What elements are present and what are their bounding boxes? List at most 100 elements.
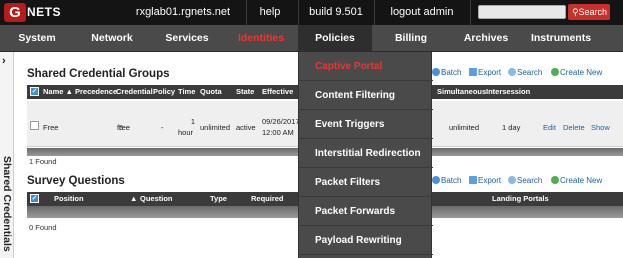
menu-item-packet-forwards[interactable]: Packet Forwards: [299, 197, 433, 226]
export-button[interactable]: Export: [469, 68, 501, 77]
search-button-label: Search: [578, 7, 607, 17]
magnifier-icon: [508, 176, 516, 184]
section-title-survey-questions: Survey Questions: [27, 175, 125, 187]
found-count: 1 Found: [29, 157, 57, 166]
survey-actions: Batch Export Search Create New: [432, 176, 622, 186]
cell-name: Free: [43, 123, 59, 132]
export-icon: [469, 68, 477, 76]
export-label: Export: [478, 68, 502, 77]
side-panel-label: Shared Credentials: [1, 156, 13, 252]
col-name[interactable]: Name ▲: [43, 85, 73, 99]
hostname-label: rxglab01.rgnets.net: [135, 6, 231, 18]
batch-label: Batch: [441, 176, 462, 185]
col-time[interactable]: Time: [178, 85, 195, 99]
plus-icon: [551, 176, 559, 184]
create-new-button[interactable]: Create New: [551, 68, 602, 77]
search-action-button[interactable]: Search: [508, 176, 542, 185]
col-policy[interactable]: Policy: [153, 85, 175, 99]
separator: [246, 0, 247, 25]
search-action-button[interactable]: Search: [508, 68, 542, 77]
nav-system[interactable]: System: [2, 25, 72, 52]
section-title-shared-credential-groups: Shared Credential Groups: [27, 68, 170, 80]
select-all-checkbox[interactable]: ✓: [30, 87, 39, 96]
col-precedence[interactable]: Precedence: [75, 85, 117, 99]
sort-arrow-icon: ▲: [130, 194, 138, 203]
select-all-checkbox[interactable]: ✓: [30, 194, 39, 203]
col-type[interactable]: Type: [210, 192, 227, 206]
edit-link[interactable]: Edit: [543, 123, 556, 132]
col-name-label: Name: [43, 87, 64, 96]
nav-identities[interactable]: Identities: [226, 25, 296, 52]
col-required[interactable]: Required: [251, 192, 284, 206]
col-position[interactable]: Position: [54, 192, 84, 206]
export-button[interactable]: Export: [469, 176, 501, 185]
found-count: 0 Found: [29, 223, 57, 232]
menu-item-payload-rewriting[interactable]: Payload Rewriting: [299, 226, 433, 255]
batch-button[interactable]: Batch: [432, 176, 461, 185]
magnifier-icon: [508, 68, 516, 76]
rgnets-logo[interactable]: G NETS: [4, 3, 62, 22]
menu-item-interstitial-redirection[interactable]: Interstitial Redirection: [299, 139, 433, 168]
nav-policies[interactable]: Policies: [298, 25, 372, 52]
plus-icon: [551, 68, 559, 76]
export-label: Export: [478, 176, 502, 185]
create-new-label: Create New: [560, 176, 603, 185]
menu-item-captive-portal[interactable]: Captive Portal: [299, 52, 433, 81]
shared-credential-actions: Batch Export Search Create New: [432, 68, 622, 78]
search-action-label: Search: [517, 176, 543, 185]
top-bar: G NETS rxglab01.rgnets.net help build 9.…: [0, 0, 623, 25]
menu-item-content-filtering[interactable]: Content Filtering: [299, 81, 433, 110]
separator: [374, 0, 375, 25]
cell-policy: -: [161, 123, 164, 132]
chevron-right-icon[interactable]: ›: [2, 55, 6, 67]
batch-icon: [432, 68, 440, 76]
col-effective[interactable]: Effective: [262, 85, 293, 99]
cell-credential: free: [117, 123, 130, 132]
cell-time-unit: hour: [178, 128, 194, 137]
row-checkbox[interactable]: [30, 121, 39, 130]
batch-icon: [432, 176, 440, 184]
col-landing-portals[interactable]: Landing Portals: [492, 192, 549, 206]
build-link[interactable]: build 9.501: [306, 0, 366, 25]
logo-text: NETS: [27, 5, 62, 19]
separator: [298, 0, 299, 25]
col-quota[interactable]: Quota: [200, 85, 222, 99]
cell-quota: unlimited: [200, 123, 231, 132]
cell-time-value: 1: [190, 117, 195, 126]
main-nav: System Network Services Identities Polic…: [0, 25, 623, 52]
cell-effective-time: 12:00 AM: [262, 128, 294, 137]
menu-item-packet-filters[interactable]: Packet Filters: [299, 168, 433, 197]
nav-instruments[interactable]: Instruments: [524, 25, 598, 52]
col-simultaneous[interactable]: Simultaneous: [437, 85, 486, 99]
logout-link[interactable]: logout admin: [384, 0, 460, 25]
delete-link[interactable]: Delete: [563, 123, 585, 132]
export-icon: [469, 176, 477, 184]
cell-simultaneous: unlimited: [449, 123, 480, 132]
search-icon: ⚲: [572, 7, 579, 17]
cell-state: active: [236, 123, 256, 132]
batch-label: Batch: [441, 68, 462, 77]
search-input[interactable]: [478, 5, 566, 19]
col-state[interactable]: State: [236, 85, 254, 99]
col-question[interactable]: Question: [140, 192, 173, 206]
create-new-button[interactable]: Create New: [551, 176, 602, 185]
nav-archives[interactable]: Archives: [450, 25, 522, 52]
search-button[interactable]: ⚲ Search: [568, 4, 610, 20]
nav-billing[interactable]: Billing: [374, 25, 448, 52]
logo-mark: G: [4, 3, 26, 22]
separator: [470, 0, 471, 25]
help-link[interactable]: help: [252, 0, 288, 25]
show-link[interactable]: Show: [591, 123, 610, 132]
policies-dropdown-menu: Captive Portal Content Filtering Event T…: [298, 52, 433, 258]
cell-effective-date: 09/26/2017: [262, 117, 300, 126]
col-credential[interactable]: Credential: [116, 85, 153, 99]
nav-network[interactable]: Network: [76, 25, 148, 52]
col-intersession[interactable]: Intersession: [486, 85, 530, 99]
create-new-label: Create New: [560, 68, 603, 77]
cell-intersession: 1 day: [502, 123, 521, 132]
nav-services[interactable]: Services: [152, 25, 222, 52]
search-action-label: Search: [517, 68, 543, 77]
side-panel-tab[interactable]: › Shared Credentials: [0, 52, 14, 258]
menu-item-event-triggers[interactable]: Event Triggers: [299, 110, 433, 139]
batch-button[interactable]: Batch: [432, 68, 461, 77]
